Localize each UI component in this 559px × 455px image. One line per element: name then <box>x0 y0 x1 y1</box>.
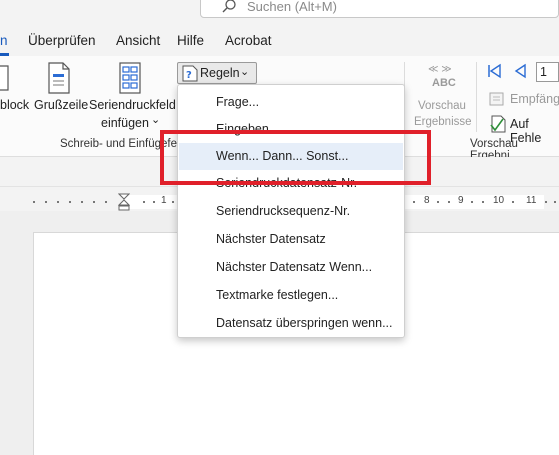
tab-help[interactable]: Hilfe <box>177 33 204 48</box>
ruler-tick <box>57 201 59 203</box>
ribbon-tabs: n Überprüfen Ansicht Hilfe Acrobat <box>0 26 559 56</box>
chevron-down-icon: ⌄ <box>240 66 250 78</box>
tab-review[interactable]: Überprüfen <box>28 33 96 48</box>
ruler-number: 10 <box>493 195 505 206</box>
title-bar: Suchen (Alt+M) <box>0 0 559 26</box>
ruler-tick <box>33 201 35 203</box>
menu-item-frage[interactable]: Frage... <box>179 89 403 116</box>
ruler-tick <box>105 201 107 203</box>
menu-item-naechster-datensatz[interactable]: Nächster Datensatz <box>179 226 403 253</box>
ruler-tick <box>81 201 83 203</box>
menu-item-label: Frage... <box>216 95 260 109</box>
ruler-tick <box>554 201 556 203</box>
rules-icon: ? <box>182 65 198 82</box>
menu-item-seriendrucksequenz-nr[interactable]: Seriendrucksequenz-Nr. <box>179 198 403 225</box>
address-block-icon <box>0 65 9 91</box>
ruler-tick <box>143 201 145 203</box>
preview-results-icon: ≪ ≫ <box>428 64 452 75</box>
search-icon <box>222 0 236 13</box>
ruler-tick <box>172 201 174 203</box>
ruler-number: 9 <box>458 195 464 206</box>
first-record-icon[interactable] <box>486 63 502 79</box>
ruler-tick <box>545 201 547 203</box>
record-number-value: 1 <box>540 65 547 79</box>
menu-item-naechster-datensatz-wenn[interactable]: Nächster Datensatz Wenn... <box>179 254 403 281</box>
menu-item-label: Textmarke festlegen... <box>216 288 339 302</box>
highlight-annotation-box <box>160 130 431 185</box>
svg-text:?: ? <box>186 70 192 81</box>
ruler-number: 8 <box>424 195 430 206</box>
rules-button[interactable]: ? Regeln ⌄ <box>177 62 257 84</box>
menu-item-label: Seriendrucksequenz-Nr. <box>216 204 351 218</box>
find-recipient-icon <box>489 92 504 106</box>
menu-item-label: Nächster Datensatz <box>216 232 326 246</box>
menu-item-label: Datensatz überspringen wenn... <box>216 316 393 330</box>
ruler-tick <box>512 201 514 203</box>
address-block-button[interactable]: block <box>0 98 29 112</box>
insert-merge-field-icon <box>119 62 141 94</box>
preview-results-label-2[interactable]: Ergebnisse <box>414 116 472 128</box>
ruler-tick <box>471 201 473 203</box>
check-errors-icon <box>490 115 506 133</box>
previous-record-icon[interactable] <box>513 63 527 79</box>
abc-label: ABC <box>432 77 456 89</box>
tab-view[interactable]: Ansicht <box>116 33 160 48</box>
greeting-line-icon <box>48 62 70 94</box>
ruler-tick <box>153 201 155 203</box>
indent-marker-icon[interactable] <box>118 193 130 211</box>
rules-dropdown-menu: Frage... Eingeben Wenn... Dann... Sonst.… <box>177 84 405 338</box>
search-box[interactable]: Suchen (Alt+M) <box>200 0 559 18</box>
tab-mailings[interactable]: n <box>0 33 8 48</box>
menu-item-textmarke-festlegen[interactable]: Textmarke festlegen... <box>179 282 403 309</box>
record-number-field[interactable]: 1 <box>536 62 559 82</box>
insert-merge-field-label-1[interactable]: Seriendruckfeld <box>89 98 176 112</box>
find-recipient-button[interactable]: Empfäng <box>510 92 559 106</box>
preview-results-button[interactable]: Vorschau <box>418 100 466 112</box>
ruler-number: 11 <box>526 195 537 206</box>
search-input[interactable]: Suchen (Alt+M) <box>247 0 337 14</box>
ruler-number: 1 <box>161 195 167 206</box>
tab-acrobat[interactable]: Acrobat <box>225 33 272 48</box>
ruler-tick <box>93 201 95 203</box>
rules-label: Regeln <box>200 66 240 80</box>
menu-item-datensatz-ueberspringen[interactable]: Datensatz überspringen wenn... <box>179 310 403 337</box>
insert-merge-field-label-2[interactable]: einfügen <box>101 116 149 130</box>
ruler-tick <box>69 201 71 203</box>
ruler-tick <box>413 201 415 203</box>
menu-item-label: Nächster Datensatz Wenn... <box>216 260 373 274</box>
ruler-tick <box>437 201 439 203</box>
ruler-tick <box>482 201 484 203</box>
ruler-tick <box>448 201 450 203</box>
chevron-down-icon[interactable]: ⌄ <box>151 113 160 126</box>
ruler-tick <box>45 201 47 203</box>
greeting-line-button[interactable]: Grußzeile <box>34 98 88 112</box>
ribbon-separator <box>476 62 477 132</box>
